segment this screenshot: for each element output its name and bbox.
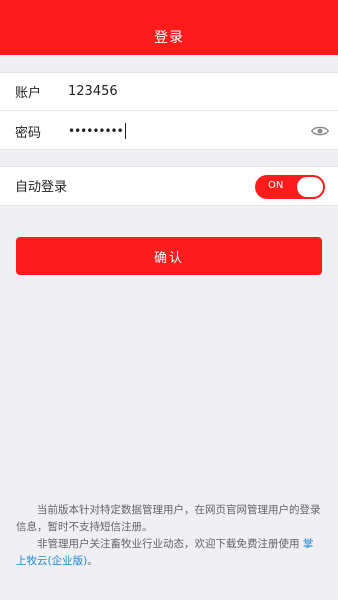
page-title: 登录: [154, 30, 184, 46]
notice-text: 当前版本针对特定数据管理用户，在网页官网管理用户的登录信息，暂时不支持短信注册。…: [16, 502, 322, 570]
confirm-label: 确认: [153, 250, 184, 266]
password-value: •••••••••: [68, 124, 124, 138]
text-caret: [124, 123, 126, 139]
login-form: 账户 123456 密码 •••••••••: [0, 72, 338, 150]
auto-login-row: 自动登录 ON: [0, 166, 338, 206]
account-input[interactable]: 123456: [68, 84, 118, 99]
app-header: 登录: [0, 0, 338, 55]
auto-login-label: 自动登录: [15, 180, 68, 195]
notice-line-2-prefix: 非管理用户关注畜牧业行业动态，欢迎下载免费注册使用: [37, 538, 303, 550]
account-label: 账户: [15, 86, 42, 101]
eye-icon[interactable]: [311, 124, 329, 138]
notice-line-2-suffix: 。: [87, 555, 98, 567]
password-input[interactable]: •••••••••: [68, 123, 126, 139]
auto-login-toggle[interactable]: ON: [255, 175, 325, 199]
password-row[interactable]: 密码 •••••••••: [0, 112, 338, 150]
toggle-on-text: ON: [268, 180, 284, 191]
notice-line-2: 非管理用户关注畜牧业行业动态，欢迎下载免费注册使用 掌上牧云(企业版)。: [16, 536, 322, 570]
password-label: 密码: [15, 125, 42, 141]
toggle-knob: [297, 177, 323, 197]
account-row[interactable]: 账户 123456: [0, 73, 338, 111]
notice-line-1: 当前版本针对特定数据管理用户，在网页官网管理用户的登录信息，暂时不支持短信注册。: [16, 504, 321, 533]
confirm-button[interactable]: 确认: [16, 237, 322, 275]
